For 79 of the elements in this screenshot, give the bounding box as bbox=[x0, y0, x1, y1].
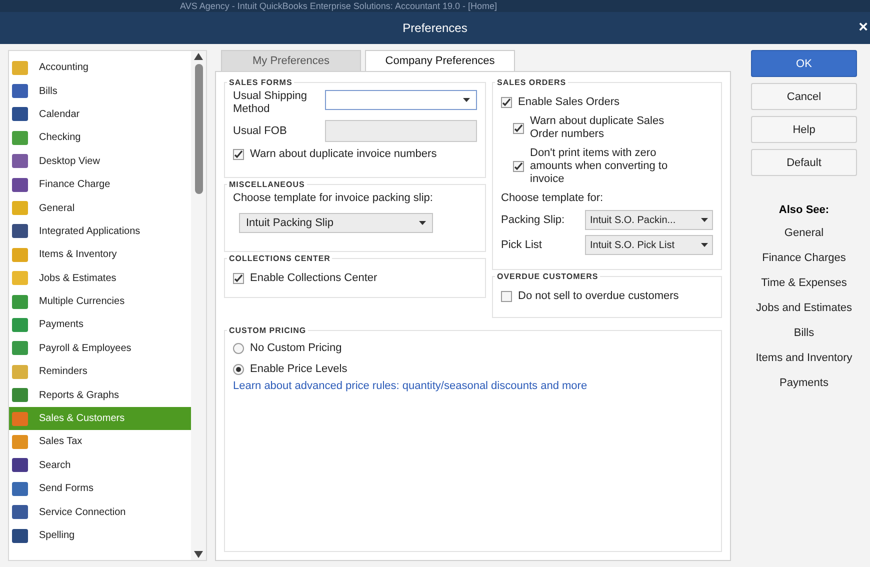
also-see-link[interactable]: Bills bbox=[754, 327, 854, 339]
prompt-text: Choose template for: bbox=[501, 192, 604, 205]
category-item[interactable]: Calendar bbox=[9, 102, 191, 126]
prompt-text: Choose template for invoice packing slip: bbox=[233, 192, 434, 205]
category-item[interactable]: General bbox=[9, 196, 191, 220]
checkbox-label: Warn about duplicate Sales Order numbers bbox=[530, 115, 666, 141]
also-see-link[interactable]: Finance Charges bbox=[754, 252, 854, 264]
close-button[interactable]: × bbox=[858, 19, 868, 37]
section-heading: MISCELLANEOUS bbox=[228, 180, 306, 189]
template-dropdown[interactable]: Intuit S.O. Pick List bbox=[585, 235, 713, 255]
checkbox-label: Do not sell to overdue customers bbox=[518, 290, 679, 303]
category-item[interactable]: Integrated Applications bbox=[9, 220, 191, 244]
dialog-button[interactable]: Help bbox=[751, 116, 857, 143]
category-item[interactable]: Payments bbox=[9, 313, 191, 337]
radio-label: Enable Price Levels bbox=[250, 363, 348, 376]
dropdown-arrow-icon bbox=[463, 98, 470, 102]
category-item[interactable]: Sales & Customers bbox=[9, 406, 191, 430]
scroll-up-icon[interactable] bbox=[194, 53, 203, 60]
scrollbar[interactable] bbox=[191, 51, 206, 560]
checkbox[interactable] bbox=[233, 273, 244, 284]
packing-slip-dropdown[interactable]: Intuit Packing Slip bbox=[239, 213, 433, 233]
also-see-link[interactable]: Time & Expenses bbox=[754, 277, 854, 289]
dropdown-arrow-icon bbox=[701, 218, 708, 222]
checkbox-label: Enable Collections Center bbox=[250, 272, 378, 285]
field-label: Pick List bbox=[501, 238, 543, 252]
category-item[interactable]: Bills bbox=[9, 79, 191, 103]
category-item[interactable]: Payroll & Employees bbox=[9, 336, 191, 360]
section-heading: SALES FORMS bbox=[228, 78, 294, 87]
radio-label: No Custom Pricing bbox=[250, 342, 342, 355]
radio-button[interactable] bbox=[233, 343, 244, 354]
field-label: Usual FOB bbox=[233, 124, 288, 138]
category-item[interactable]: Items & Inventory bbox=[9, 243, 191, 267]
also-see-link[interactable]: General bbox=[754, 227, 854, 239]
dialog-button[interactable]: Default bbox=[751, 149, 857, 176]
category-item[interactable]: Checking bbox=[9, 126, 191, 150]
section-heading: OVERDUE CUSTOMERS bbox=[496, 272, 600, 281]
category-item[interactable]: Service Connection bbox=[9, 500, 191, 524]
also-see-link[interactable]: Jobs and Estimates bbox=[754, 302, 854, 314]
dialog-button[interactable]: Cancel bbox=[751, 83, 857, 110]
scrollbar-thumb[interactable] bbox=[194, 64, 202, 194]
also-see-heading: Also See: bbox=[778, 204, 830, 216]
radio-button[interactable] bbox=[233, 364, 244, 375]
category-item[interactable]: Jobs & Estimates bbox=[9, 266, 191, 290]
checkbox-label: Enable Sales Orders bbox=[518, 96, 620, 109]
checkbox-label: Warn about duplicate invoice numbers bbox=[250, 148, 437, 161]
category-item[interactable]: Spelling bbox=[9, 524, 191, 548]
price-rules-link[interactable]: Learn about advanced price rules: quantity/seasonal discounts and more bbox=[233, 380, 588, 392]
template-dropdown[interactable]: Intuit S.O. Packin... bbox=[585, 210, 713, 230]
category-item[interactable]: Accounting bbox=[9, 56, 191, 80]
category-item[interactable]: Multiple Currencies bbox=[9, 290, 191, 314]
shipping-method-dropdown[interactable] bbox=[325, 90, 477, 110]
dropdown-arrow-icon bbox=[419, 221, 426, 225]
category-item[interactable]: Reminders bbox=[9, 360, 191, 384]
checkbox-label: Don't print items with zero amounts when converting to invoice bbox=[530, 147, 669, 186]
section-heading: CUSTOM PRICING bbox=[228, 326, 308, 335]
also-see-link[interactable]: Items and Inventory bbox=[754, 352, 854, 364]
category-item[interactable]: Send Forms bbox=[9, 477, 191, 500]
checkbox[interactable] bbox=[233, 149, 244, 160]
checkbox[interactable] bbox=[513, 122, 524, 134]
field-label: Packing Slip: bbox=[501, 214, 566, 226]
category-item[interactable]: Reports & Graphs bbox=[9, 383, 191, 407]
also-see-link[interactable]: Payments bbox=[754, 377, 854, 389]
category-item[interactable]: Sales Tax bbox=[9, 430, 191, 454]
tab[interactable]: My Preferences bbox=[221, 50, 361, 71]
category-item[interactable]: Desktop View bbox=[9, 150, 191, 173]
checkbox[interactable] bbox=[513, 161, 524, 172]
category-item[interactable]: Search bbox=[9, 454, 191, 478]
checkbox[interactable] bbox=[501, 291, 512, 302]
checkbox[interactable] bbox=[501, 97, 512, 108]
field-label: Usual Shipping Method bbox=[233, 90, 308, 116]
category-item[interactable]: Finance Charge bbox=[9, 172, 191, 196]
scroll-down-icon[interactable] bbox=[194, 551, 203, 558]
section-heading: COLLECTIONS CENTER bbox=[228, 254, 332, 263]
dialog-button[interactable]: OK bbox=[751, 50, 857, 77]
app-title: AVS Agency - Intuit QuickBooks Enterprise Solutions: Accountant 19.0 - [Home] bbox=[0, 0, 870, 12]
tab[interactable]: Company Preferences bbox=[365, 50, 515, 71]
window-title: Preferences bbox=[402, 21, 468, 35]
section-heading: SALES ORDERS bbox=[496, 78, 568, 87]
dropdown-arrow-icon bbox=[701, 243, 708, 247]
